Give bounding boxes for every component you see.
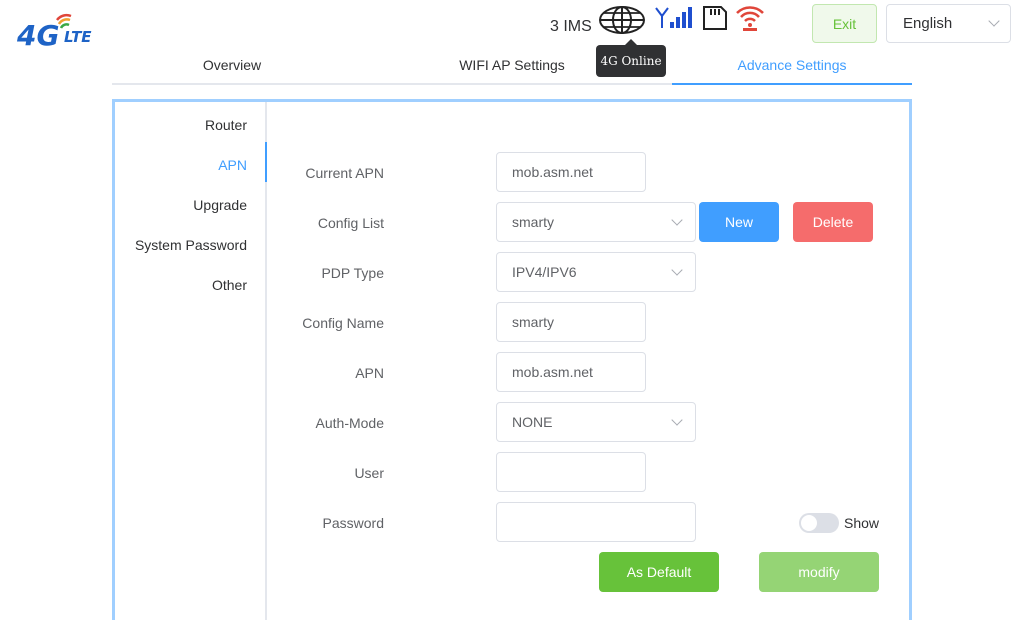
auth-mode-select[interactable]: NONE: [496, 402, 696, 442]
signal-icon: [654, 6, 694, 30]
language-select[interactable]: English: [886, 4, 1011, 43]
tab-advance-settings[interactable]: Advance Settings: [672, 52, 912, 85]
show-password-label: Show: [844, 515, 880, 531]
sim-card-icon: [702, 5, 728, 31]
pdp-type-select[interactable]: IPV4/IPV6: [496, 252, 696, 292]
chevron-down-icon: [671, 214, 683, 226]
modify-button[interactable]: modify: [759, 552, 879, 592]
config-list-label: Config List: [317, 215, 384, 231]
tab-wifi-ap-settings[interactable]: WIFI AP Settings: [392, 52, 632, 85]
config-name-field[interactable]: smarty: [496, 302, 646, 342]
exit-button[interactable]: Exit: [812, 4, 877, 43]
lte-logo: 4G LTE: [16, 6, 106, 50]
delete-button[interactable]: Delete: [793, 202, 873, 242]
config-name-label: Config Name: [302, 315, 384, 331]
password-field[interactable]: [496, 502, 696, 542]
pdp-type-label: PDP Type: [321, 265, 384, 281]
globe-icon[interactable]: [598, 5, 646, 35]
auth-mode-value: NONE: [512, 414, 553, 430]
logo-text-4g: 4G: [16, 19, 59, 50]
toggle-knob: [801, 515, 817, 531]
config-list-value: smarty: [512, 214, 554, 230]
chevron-down-icon: [671, 414, 683, 426]
wifi-icon: [734, 3, 766, 33]
as-default-button[interactable]: As Default: [599, 552, 719, 592]
sidebar-item-router[interactable]: Router: [205, 117, 247, 133]
current-apn-field[interactable]: mob.asm.net: [496, 152, 646, 192]
show-password-toggle[interactable]: [799, 513, 839, 533]
pdp-type-value: IPV4/IPV6: [512, 264, 577, 280]
user-field[interactable]: [496, 452, 646, 492]
chevron-down-icon: [671, 264, 683, 276]
config-list-select[interactable]: smarty: [496, 202, 696, 242]
apn-label: APN: [355, 365, 384, 381]
sidebar-item-system-password[interactable]: System Password: [135, 237, 247, 253]
main-tabs: Overview WIFI AP Settings Advance Settin…: [112, 52, 912, 85]
language-value: English: [903, 15, 953, 32]
current-apn-label: Current APN: [305, 165, 384, 181]
new-button[interactable]: New: [699, 202, 779, 242]
tab-overview[interactable]: Overview: [112, 52, 352, 85]
apn-field[interactable]: mob.asm.net: [496, 352, 646, 392]
ims-status: 3 IMS: [550, 18, 592, 35]
chevron-down-icon: [988, 15, 1000, 27]
logo-text-lte: LTE: [64, 28, 92, 46]
user-label: User: [354, 465, 384, 481]
password-label: Password: [322, 515, 384, 531]
auth-mode-label: Auth-Mode: [315, 415, 384, 431]
sidebar-item-upgrade[interactable]: Upgrade: [193, 197, 247, 213]
